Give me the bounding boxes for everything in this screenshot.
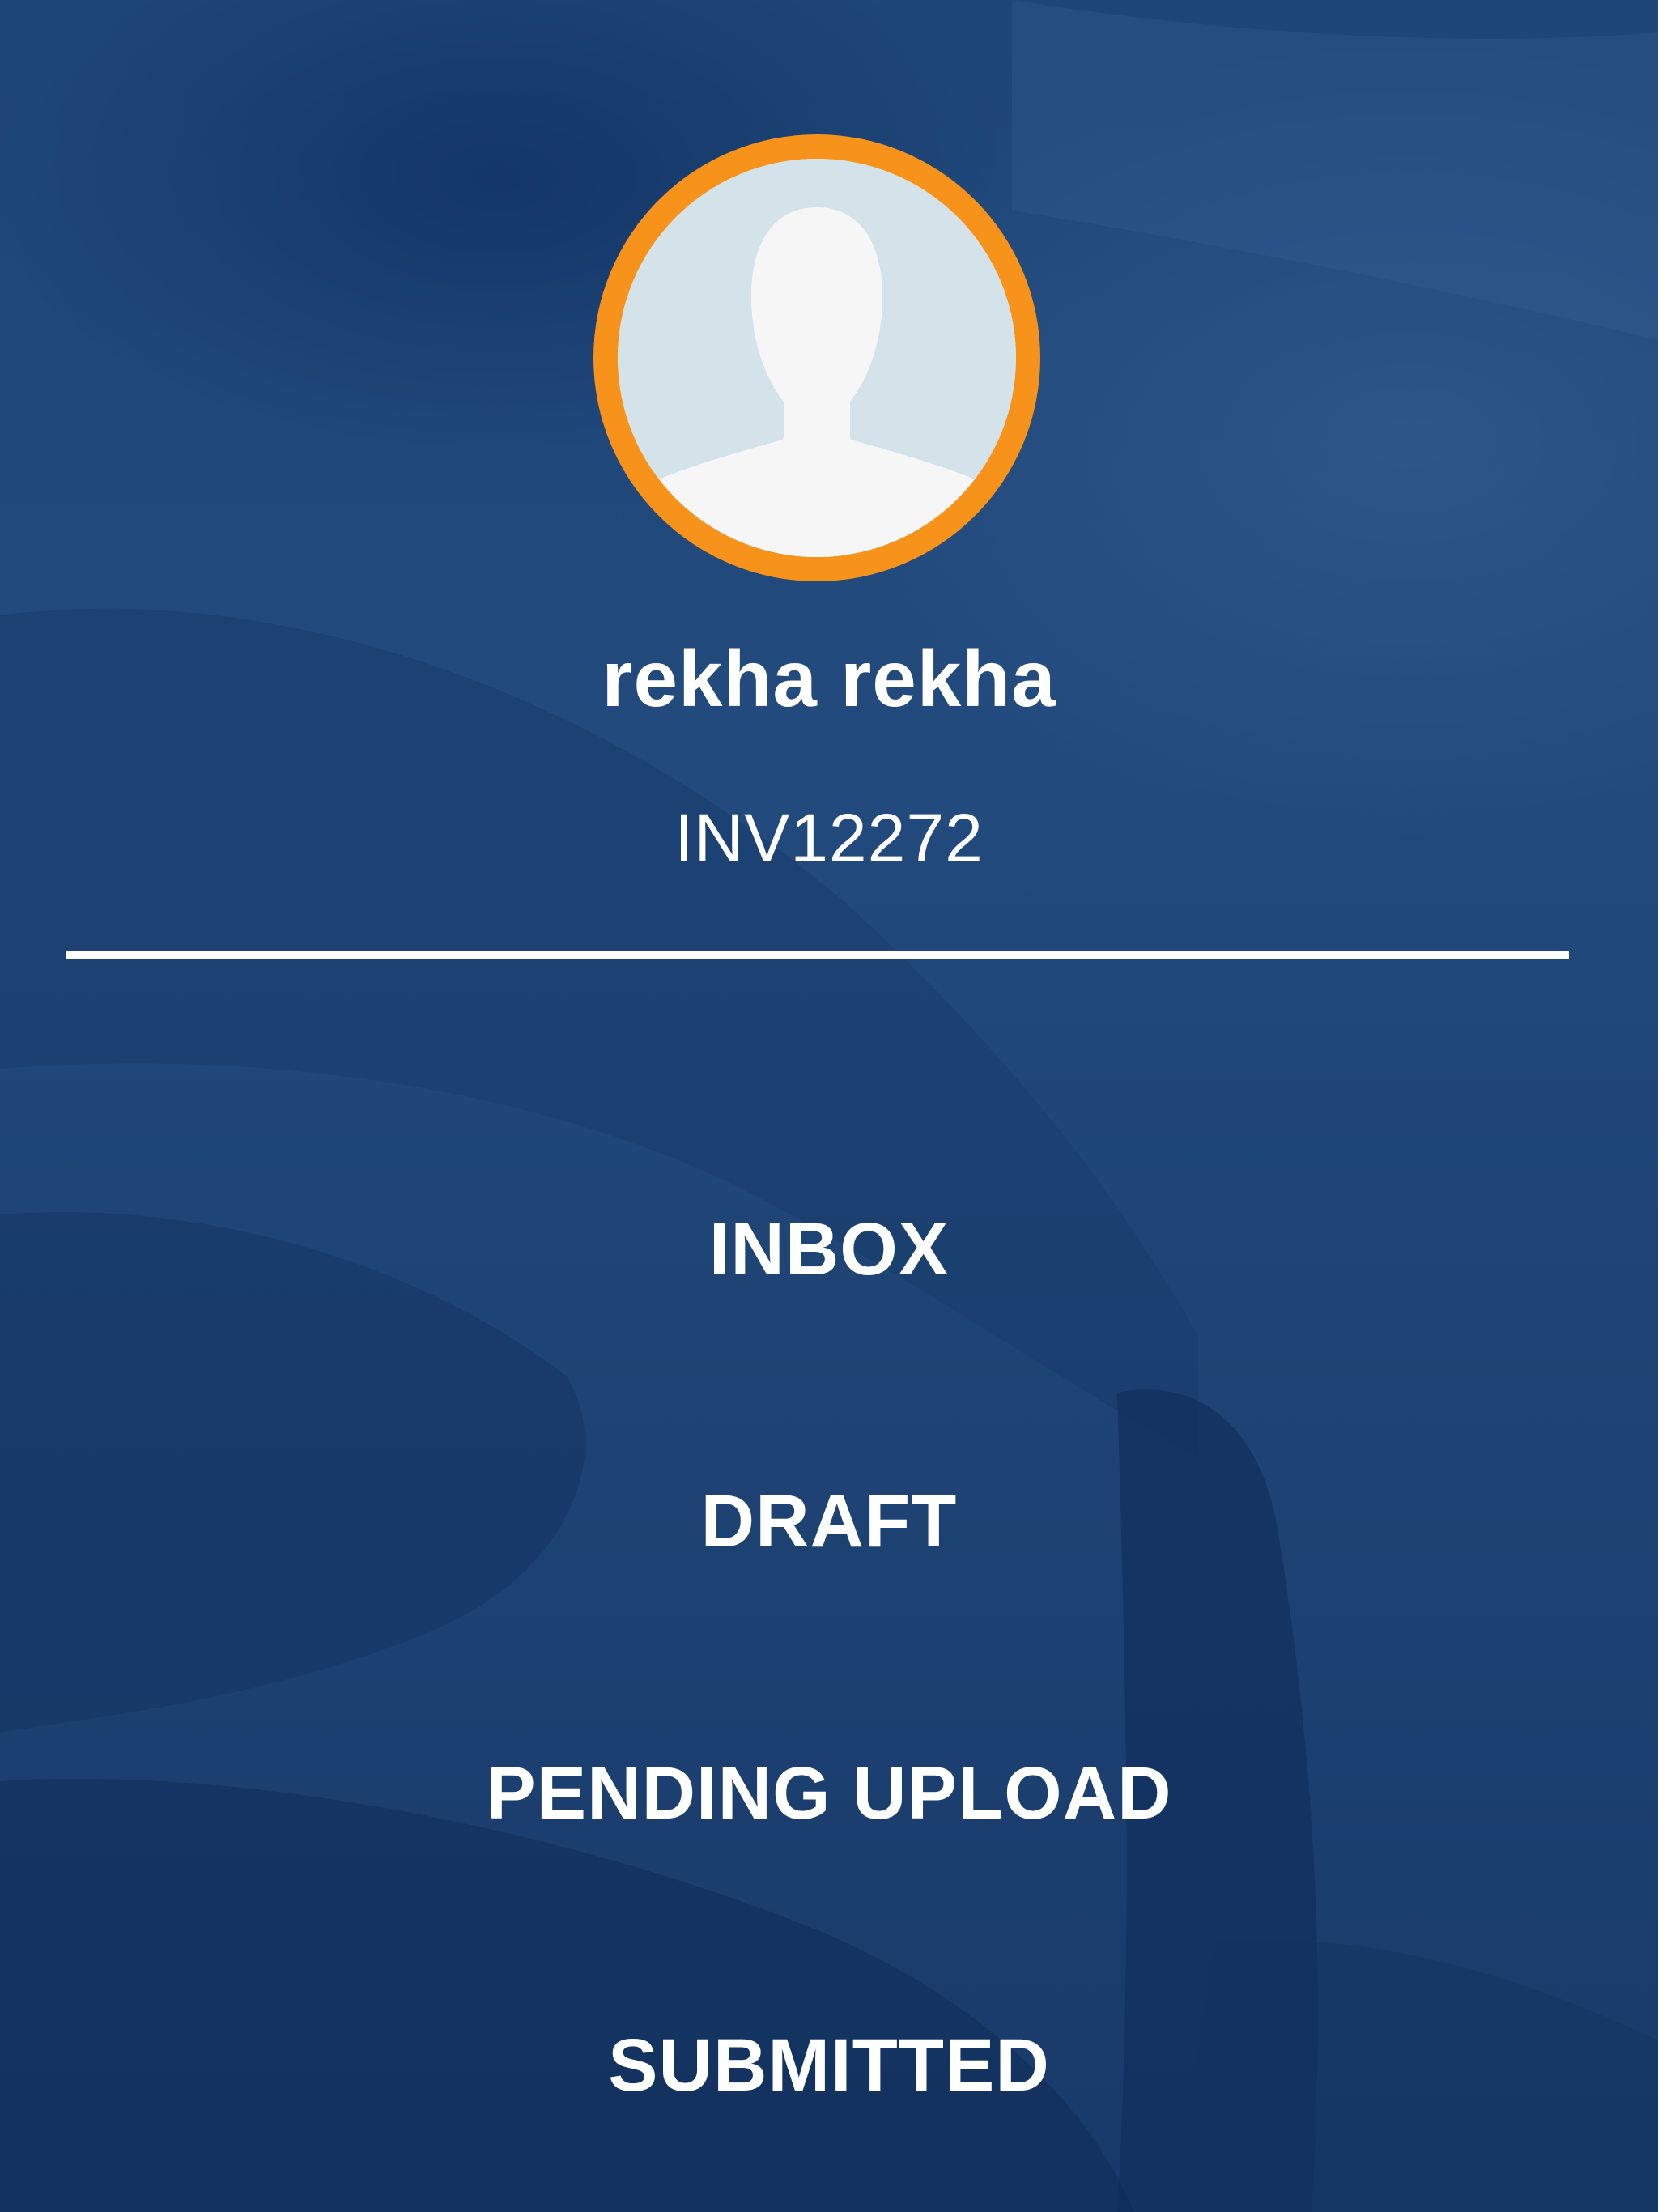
- profile-avatar[interactable]: [593, 134, 1040, 581]
- menu-item-submitted[interactable]: SUBMITTED: [0, 2005, 1658, 2126]
- user-id: INV12272: [674, 800, 984, 876]
- menu-item-draft[interactable]: DRAFT: [0, 1461, 1658, 1582]
- user-silhouette-icon: [618, 159, 1016, 557]
- user-name: rekha rekha: [602, 634, 1056, 723]
- divider: [66, 951, 1569, 959]
- menu-item-pending-upload[interactable]: PENDING UPLOAD: [0, 1733, 1658, 1854]
- menu-item-inbox[interactable]: INBOX: [0, 1189, 1658, 1310]
